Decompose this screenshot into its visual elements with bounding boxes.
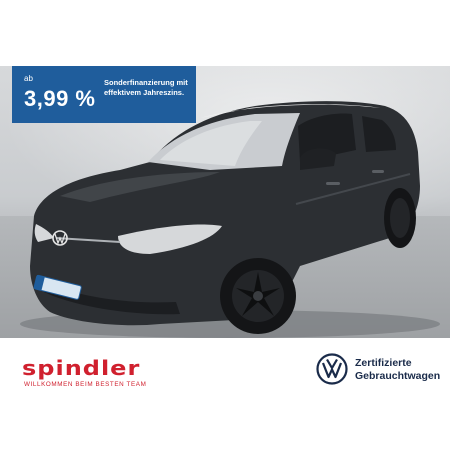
certified-used-cars-label: Zertifizierte Gebrauchtwagen	[355, 357, 440, 383]
cert-line2: Gebrauchtwagen	[355, 370, 441, 382]
dealer-name: spindler	[22, 356, 141, 381]
promo-text: Sonderfinanzierung mit effektivem Jahres…	[104, 78, 194, 98]
financing-promo-banner: ab 3,99 % Sonderfinanzierung mit effekti…	[12, 66, 196, 123]
cert-line1: Zertifizierte	[355, 357, 412, 369]
dealer-tagline: WILLKOMMEN BEIM BESTEN TEAM	[24, 381, 147, 388]
dealer-logo: spindler WILLKOMMEN BEIM BESTEN TEAM	[22, 358, 146, 388]
promo-text-line1: Sonderfinanzierung mit	[104, 78, 188, 87]
promo-text-line2: effektivem Jahreszins.	[104, 88, 185, 97]
promo-interest-rate: 3,99 %	[24, 86, 96, 111]
vw-logo-icon	[316, 353, 348, 385]
promo-prefix: ab	[24, 74, 33, 83]
